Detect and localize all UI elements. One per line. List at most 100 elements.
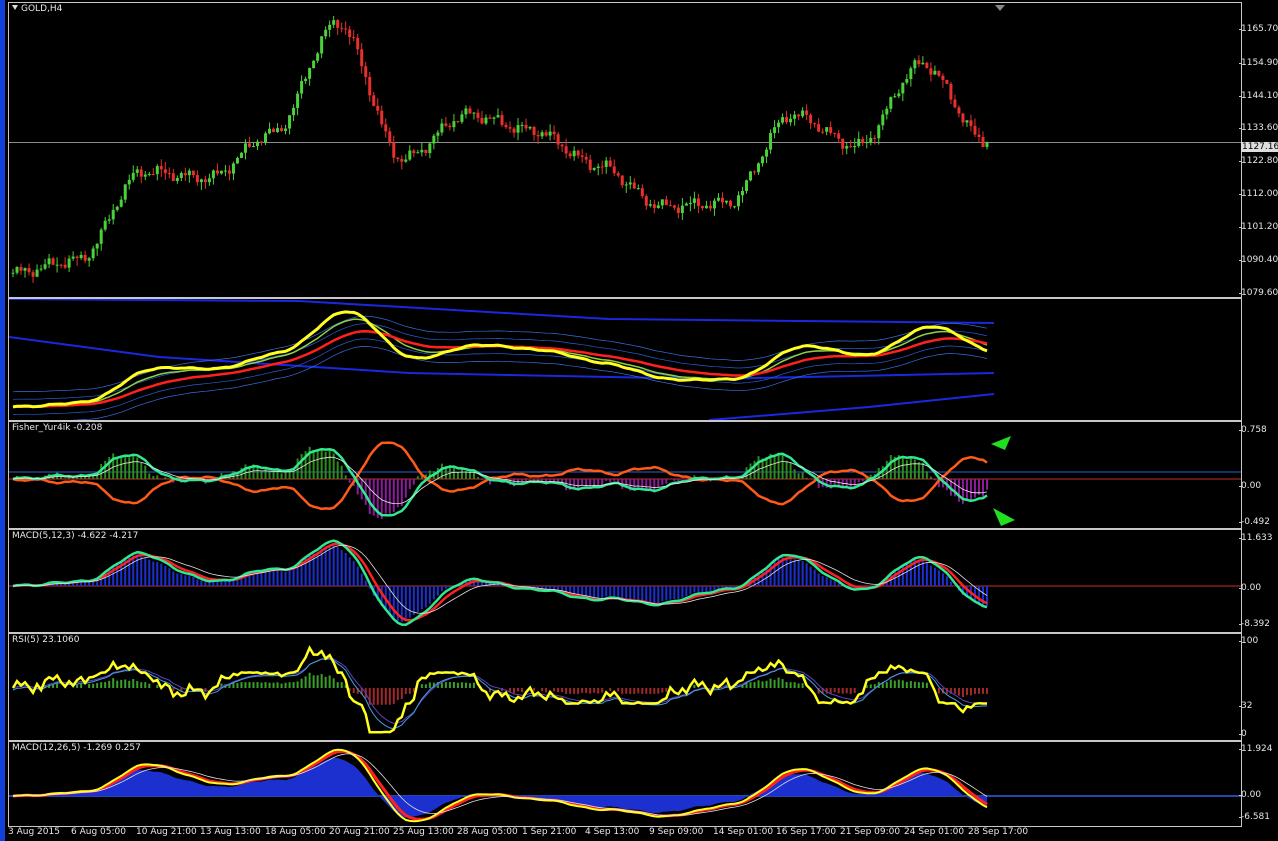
rsi-histogram-bar xyxy=(472,682,475,688)
candle-body xyxy=(853,145,857,148)
macd-fast-pane[interactable]: MACD(5,12,3) -4.622 -4.217 xyxy=(8,529,1242,633)
candle-body xyxy=(652,204,656,208)
candle-body xyxy=(761,156,765,164)
candle-body xyxy=(700,205,704,209)
macd-fast-histogram-bar xyxy=(625,586,628,600)
price-chart-pane[interactable]: GOLD,H4 xyxy=(8,2,1242,298)
green-ma-line xyxy=(12,318,988,408)
fisher-histogram-bar xyxy=(789,462,792,479)
rsi-histogram-bar xyxy=(921,682,924,688)
yellow-ma-line xyxy=(12,310,988,409)
fisher-histogram-bar xyxy=(156,475,159,479)
rsi-histogram-bar xyxy=(468,683,471,688)
candle-body xyxy=(247,143,251,147)
candle-body xyxy=(284,128,288,131)
fisher-histogram-bar xyxy=(260,470,263,479)
rsi-histogram-bar xyxy=(853,688,856,694)
rsi-histogram-bar xyxy=(464,682,467,688)
rsi-histogram-bar xyxy=(104,682,107,688)
candle-body xyxy=(460,114,464,122)
fisher-axis: 0.758 0.00 -0.492 xyxy=(1238,421,1278,527)
symbol-title-text: GOLD,H4 xyxy=(21,4,63,14)
candle-body xyxy=(175,177,179,181)
candle-body xyxy=(416,152,420,154)
fisher-histogram-bar xyxy=(264,468,267,479)
candle-body xyxy=(432,135,436,144)
candle-body xyxy=(524,124,528,129)
candle-body xyxy=(656,205,660,208)
rsi-histogram-bar xyxy=(917,682,920,688)
macd-fast-histogram-bar xyxy=(629,586,632,600)
candle-body xyxy=(127,179,131,185)
candle-body xyxy=(167,173,171,175)
rsi-histogram-bar xyxy=(793,682,796,688)
rsi-histogram-bar xyxy=(957,688,960,696)
candle-body xyxy=(632,182,636,189)
candle-body xyxy=(893,96,897,98)
candle-body xyxy=(35,269,39,277)
moving-average-pane[interactable] xyxy=(8,298,1242,421)
buy-arrow-icon xyxy=(993,508,1015,526)
macd-fast-title: MACD(5,12,3) -4.622 -4.217 xyxy=(12,531,139,541)
symbol-title[interactable]: GOLD,H4 xyxy=(12,4,62,14)
fisher-histogram-bar xyxy=(452,467,455,479)
candle-body xyxy=(861,138,865,143)
chart-menu-icon[interactable] xyxy=(12,5,18,10)
fisher-histogram-bar xyxy=(344,475,347,479)
candle-body xyxy=(576,150,580,156)
candle-body xyxy=(316,53,320,61)
fisher-histogram-bar xyxy=(72,478,75,479)
candle-body xyxy=(436,132,440,136)
fisher-histogram-bar xyxy=(320,448,323,479)
macd-fast-histogram-bar xyxy=(208,582,211,586)
macd-slow-pane[interactable]: MACD(12,26,5) -1.269 0.257 xyxy=(8,741,1242,827)
rsi-histogram-bar xyxy=(244,682,247,688)
candle-body xyxy=(973,125,977,135)
rsi-histogram-bar xyxy=(260,682,263,688)
candle-body xyxy=(925,62,929,69)
candle-body xyxy=(732,206,736,208)
fisher-histogram-bar xyxy=(412,479,415,485)
candle-body xyxy=(829,127,833,133)
fisher-histogram-bar xyxy=(921,462,924,479)
candle-body xyxy=(712,200,716,209)
fisher-histogram-bar xyxy=(933,479,936,481)
rsi-histogram-bar xyxy=(276,682,279,688)
candle-body xyxy=(544,132,548,136)
macd-fast-tick: 0.00 xyxy=(1238,583,1262,593)
macd-fast-histogram-bar xyxy=(348,557,351,586)
rsi-histogram-bar xyxy=(897,679,900,688)
rsi-histogram-bar xyxy=(521,688,524,693)
rsi-histogram-bar xyxy=(240,682,243,688)
rsi-histogram-bar xyxy=(961,688,964,698)
candle-body xyxy=(468,108,472,114)
macd-fast-histogram-bar xyxy=(669,586,672,600)
candle-body xyxy=(131,172,135,180)
macd-fast-histogram-bar xyxy=(136,554,139,586)
fisher-histogram-bar xyxy=(476,477,479,479)
candle-body xyxy=(941,75,945,80)
candle-body xyxy=(163,169,167,174)
fisher-title: Fisher_Yur4ik -0.208 xyxy=(12,423,103,433)
fisher-histogram-bar xyxy=(132,454,135,479)
fisher-histogram-bar xyxy=(284,471,287,479)
upper-band-line xyxy=(9,299,995,324)
macd-fast-histogram-bar xyxy=(228,581,231,586)
candle-body xyxy=(376,105,380,111)
rsi-histogram-bar xyxy=(112,678,115,688)
time-label: 24 Sep 01:00 xyxy=(904,827,965,837)
macd-fast-histogram-bar xyxy=(344,552,347,586)
chart-shift-marker-icon[interactable] xyxy=(995,5,1005,11)
candle-body xyxy=(107,219,111,221)
candle-body xyxy=(191,170,195,176)
fisher-histogram-bar xyxy=(777,452,780,479)
fisher-orange-line xyxy=(12,441,988,511)
rsi-pane[interactable]: RSI(5) 23.1060 xyxy=(8,633,1242,741)
candle-body xyxy=(660,199,664,206)
macd-fast-histogram-bar xyxy=(260,572,263,586)
fisher-histogram-bar xyxy=(889,455,892,479)
rsi-histogram-bar xyxy=(444,682,447,688)
candle-body xyxy=(664,199,668,206)
fisher-indicator-pane[interactable]: Fisher_Yur4ik -0.208 xyxy=(8,421,1242,529)
macd-fast-histogram-bar xyxy=(937,570,940,586)
